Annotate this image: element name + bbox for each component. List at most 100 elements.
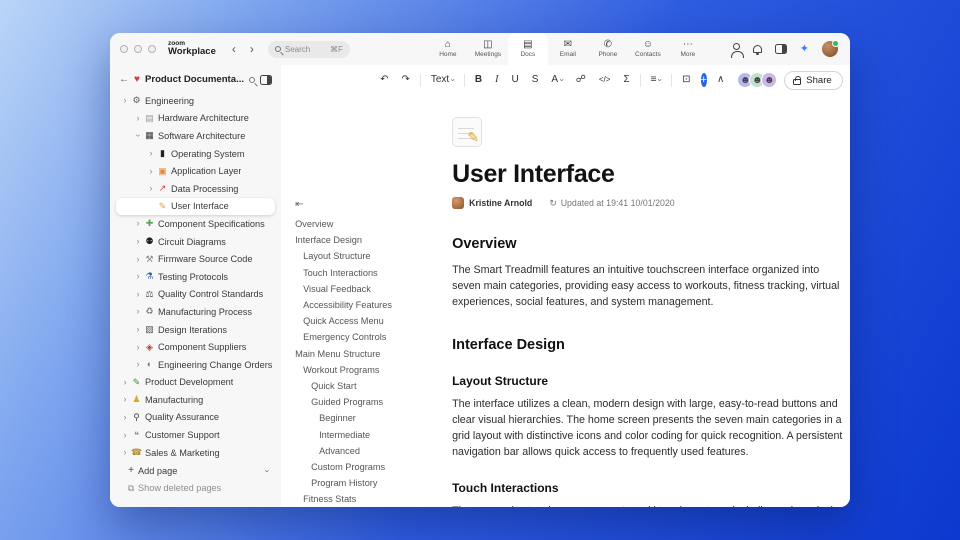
collaborator-avatar-3[interactable]: ☻	[761, 72, 778, 88]
outline-item-intermediate[interactable]: Intermediate	[295, 426, 447, 442]
sidebar-item-testing-protocols[interactable]: › ⚗ Testing Protocols	[116, 268, 275, 286]
global-search-input[interactable]: Search ⌘F	[267, 40, 350, 58]
tab-docs[interactable]: ▤ Docs	[507, 33, 548, 65]
tree-chevron-icon[interactable]: ›	[133, 289, 143, 299]
outline-item-advanced[interactable]: Advanced	[295, 443, 447, 459]
doc-p-the-interface-utilizes-a[interactable]: The interface utilizes a clean, modern d…	[452, 396, 848, 460]
outline-item-layout-structure[interactable]: Layout Structure	[295, 248, 447, 264]
add-page-button[interactable]: + Add page ›	[116, 462, 275, 480]
sidebar-item-component-suppliers[interactable]: › ◈ Component Suppliers	[116, 338, 275, 356]
tab-more[interactable]: ⋯ More	[668, 33, 708, 65]
outline-item-fitness-stats[interactable]: Fitness Stats	[295, 491, 447, 507]
tree-chevron-icon[interactable]: ›	[146, 149, 156, 158]
redo-button[interactable]: ↷	[398, 73, 412, 87]
profile-icon[interactable]	[730, 43, 744, 58]
underline-button[interactable]: U	[508, 73, 521, 87]
text-style-dropdown[interactable]: Text ›	[428, 73, 458, 87]
outline-item-overview[interactable]: Overview	[295, 216, 447, 232]
outline-item-interface-design[interactable]: Interface Design	[295, 232, 447, 248]
zoom-window-icon[interactable]	[148, 45, 156, 53]
comment-button[interactable]: ⊡	[679, 73, 693, 87]
tree-chevron-icon[interactable]: ›	[120, 96, 130, 105]
minimize-window-icon[interactable]	[134, 45, 142, 53]
doc-p-the-smart-treadmill-feat[interactable]: The Smart Treadmill features an intuitiv…	[452, 262, 848, 310]
tree-chevron-icon[interactable]: ›	[120, 377, 130, 387]
undo-button[interactable]: ↶	[377, 73, 391, 87]
tab-home[interactable]: ⌂ Home	[428, 33, 468, 65]
sidebar-search-icon[interactable]	[249, 76, 256, 83]
show-deleted-pages-button[interactable]: ⧉ Show deleted pages	[116, 479, 275, 497]
tab-meetings[interactable]: ◫ Meetings	[468, 33, 508, 65]
equation-button[interactable]: Σ	[620, 73, 632, 87]
sidebar-item-operating-system[interactable]: › ▮ Operating System	[116, 145, 275, 163]
outline-item-workout-programs[interactable]: Workout Programs	[295, 362, 447, 378]
insert-block-button[interactable]: +	[700, 73, 707, 87]
outline-collapse-icon[interactable]: ⇤	[295, 199, 303, 216]
tree-chevron-icon[interactable]: ›	[133, 113, 143, 123]
tree-chevron-icon[interactable]: ›	[133, 325, 143, 334]
sidebar-item-application-layer[interactable]: › ▣ Application Layer	[116, 162, 275, 180]
tree-chevron-icon[interactable]: ›	[146, 166, 156, 176]
sidebar-collapse-icon[interactable]	[260, 74, 273, 85]
nav-forward-button[interactable]: ›	[246, 42, 258, 56]
notifications-icon[interactable]	[752, 45, 762, 55]
sidebar-item-component-specifications[interactable]: › ✚ Component Specifications	[116, 215, 275, 233]
sidebar-item-manufacturing[interactable]: › ♟ Manufacturing	[116, 391, 275, 409]
outline-item-program-history[interactable]: Program History	[295, 475, 447, 491]
doc-h2-overview[interactable]: Overview	[452, 236, 848, 252]
nav-back-button[interactable]: ‹	[228, 42, 240, 56]
sidebar-item-software-architecture[interactable]: › ▦ Software Architecture	[116, 127, 275, 145]
sidebar-item-product-development[interactable]: › ✎ Product Development	[116, 374, 275, 392]
outline-item-accessibility-features[interactable]: Accessibility Features	[295, 297, 447, 313]
outline-item-custom-programs[interactable]: Custom Programs	[295, 459, 447, 475]
sidebar-item-user-interface[interactable]: ✎ User Interface	[116, 197, 276, 216]
tree-chevron-icon[interactable]: ›	[134, 131, 144, 141]
tree-chevron-icon[interactable]: ›	[133, 272, 143, 281]
outline-item-beginner[interactable]: Beginner	[295, 410, 447, 426]
link-button[interactable]: ☍	[573, 73, 589, 87]
document-scroll[interactable]: ⇤ Overview Interface Design Layout Structu…	[281, 93, 850, 507]
tree-chevron-icon[interactable]: ›	[120, 430, 130, 440]
sidebar-item-engineering[interactable]: › ⚙ Engineering	[116, 92, 275, 110]
sidebar-back-button[interactable]: ←	[119, 74, 129, 85]
tab-contacts[interactable]: ☺ Contacts	[628, 33, 668, 65]
sidebar-item-sales-marketing[interactable]: › ☎ Sales & Marketing	[116, 444, 275, 460]
sidebar-item-quality-control-standards[interactable]: › ⚖ Quality Control Standards	[116, 286, 275, 304]
tree-chevron-icon[interactable]: ›	[133, 219, 143, 228]
user-avatar[interactable]	[822, 40, 839, 57]
tree-chevron-icon[interactable]: ›	[133, 254, 143, 264]
tree-chevron-icon[interactable]: ›	[120, 395, 130, 404]
tree-chevron-icon[interactable]: ›	[133, 237, 143, 246]
doc-h3-touch-interactions[interactable]: Touch Interactions	[452, 481, 848, 495]
tree-chevron-icon[interactable]: ›	[146, 184, 156, 193]
tree-chevron-icon[interactable]: ›	[133, 307, 143, 316]
sidebar-item-design-iterations[interactable]: › ▧ Design Iterations	[116, 321, 275, 339]
sidebar-item-circuit-diagrams[interactable]: › ⚉ Circuit Diagrams	[116, 233, 275, 251]
sidebar-item-manufacturing-process[interactable]: › ♻ Manufacturing Process	[116, 303, 275, 321]
tab-phone[interactable]: ✆ Phone	[588, 33, 628, 65]
close-window-icon[interactable]	[120, 45, 128, 53]
sidebar-item-data-processing[interactable]: › ↗ Data Processing	[116, 180, 275, 198]
tab-email[interactable]: ✉ Email	[548, 33, 588, 65]
tree-chevron-icon[interactable]: ›	[133, 342, 143, 352]
bold-button[interactable]: B	[472, 73, 485, 87]
code-button[interactable]: </>	[596, 74, 614, 86]
align-dropdown[interactable]: ≡ ›	[648, 73, 665, 87]
sidebar-item-hardware-architecture[interactable]: › ▤ Hardware Architecture	[116, 110, 275, 128]
text-color-dropdown[interactable]: A ›	[548, 73, 566, 87]
tree-chevron-icon[interactable]: ›	[120, 412, 130, 422]
collapse-toolbar-button[interactable]: ∧	[714, 73, 727, 87]
sidebar-item-quality-assurance[interactable]: › ⚲ Quality Assurance	[116, 409, 275, 427]
doc-emoji-icon[interactable]: ✎	[452, 117, 483, 147]
share-button[interactable]: Share	[784, 70, 843, 90]
outline-item-touch-interactions[interactable]: Touch Interactions	[295, 265, 447, 281]
strikethrough-button[interactable]: S	[529, 73, 542, 87]
doc-title[interactable]: User Interface	[452, 160, 848, 189]
tree-chevron-icon[interactable]: ›	[133, 360, 143, 369]
traffic-lights[interactable]	[120, 45, 156, 53]
ai-companion-icon[interactable]: ✦	[800, 43, 809, 55]
doc-p-the-responsive-touchscre[interactable]: The responsive touchscreen supports mult…	[452, 503, 848, 507]
outline-item-visual-feedback[interactable]: Visual Feedback	[295, 281, 447, 297]
outline-item-emergency-controls[interactable]: Emergency Controls	[295, 329, 447, 345]
italic-button[interactable]: I	[492, 73, 501, 87]
